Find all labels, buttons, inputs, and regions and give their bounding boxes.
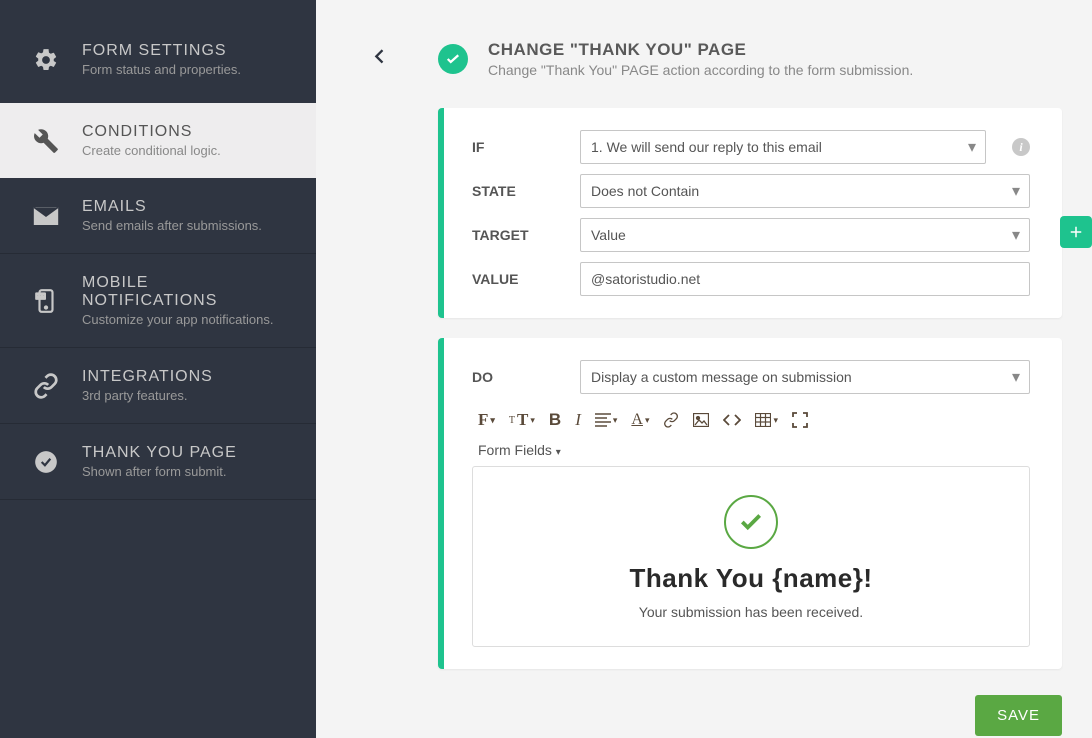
state-label: STATE	[472, 183, 560, 199]
gear-icon	[30, 47, 62, 73]
sidebar-item-subtitle: Create conditional logic.	[82, 143, 221, 158]
page-subtitle: Change "Thank You" PAGE action according…	[488, 62, 913, 78]
form-fields-dropdown[interactable]: Form Fields ▾	[472, 442, 1030, 458]
thank-you-title: Thank You {name}!	[493, 563, 1009, 594]
save-button[interactable]: SAVE	[975, 695, 1062, 736]
add-condition-button[interactable]	[1060, 216, 1092, 248]
sidebar-item-title: EMAILS	[82, 198, 262, 216]
code-button[interactable]	[723, 413, 741, 427]
italic-button[interactable]: I	[575, 410, 581, 430]
page-title: CHANGE "THANK YOU" PAGE	[488, 40, 913, 60]
sidebar-item-conditions[interactable]: CONDITIONS Create conditional logic.	[0, 103, 316, 178]
target-select[interactable]: Value	[580, 218, 1030, 252]
page-header: CHANGE "THANK YOU" PAGE Change "Thank Yo…	[370, 40, 1062, 78]
condition-panel: IF 1. We will send our reply to this ema…	[438, 108, 1062, 318]
main-content: CHANGE "THANK YOU" PAGE Change "Thank Yo…	[316, 0, 1092, 738]
sidebar-item-integrations[interactable]: INTEGRATIONS 3rd party features.	[0, 348, 316, 424]
link-icon	[30, 373, 62, 399]
value-label: VALUE	[472, 271, 560, 287]
if-label: IF	[472, 139, 560, 155]
sidebar-item-subtitle: Customize your app notifications.	[82, 312, 286, 327]
check-circle-icon	[438, 44, 468, 74]
sidebar-item-title: CONDITIONS	[82, 123, 221, 141]
text-color-button[interactable]: A▾	[631, 411, 649, 429]
if-select[interactable]: 1. We will send our reply to this email	[580, 130, 986, 164]
sidebar-item-title: FORM SETTINGS	[82, 42, 241, 60]
align-button[interactable]: ▾	[595, 413, 618, 427]
insert-link-button[interactable]	[663, 412, 679, 428]
message-editor[interactable]: Thank You {name}! Your submission has be…	[472, 466, 1030, 647]
value-input[interactable]	[580, 262, 1030, 296]
sidebar: FORM SETTINGS Form status and properties…	[0, 0, 316, 738]
font-family-button[interactable]: F▾	[478, 410, 495, 430]
check-circle-icon	[724, 495, 778, 549]
info-icon[interactable]: i	[1012, 138, 1030, 156]
editor-toolbar: F▾ TT▾ B I ▾ A▾	[472, 406, 1030, 434]
fullscreen-button[interactable]	[792, 412, 808, 428]
sidebar-item-form-settings[interactable]: FORM SETTINGS Form status and properties…	[0, 0, 316, 103]
do-label: DO	[472, 369, 560, 385]
state-select[interactable]: Does not Contain	[580, 174, 1030, 208]
sidebar-item-mobile-notifications[interactable]: MOBILE NOTIFICATIONS Customize your app …	[0, 254, 316, 348]
tools-icon	[30, 128, 62, 154]
sidebar-item-thank-you-page[interactable]: THANK YOU PAGE Shown after form submit.	[0, 424, 316, 500]
insert-image-button[interactable]	[693, 413, 709, 427]
thank-you-subtitle: Your submission has been received.	[493, 604, 1009, 620]
font-size-button[interactable]: TT▾	[509, 410, 535, 430]
bold-button[interactable]: B	[549, 410, 561, 430]
mobile-icon	[30, 288, 62, 314]
sidebar-item-subtitle: 3rd party features.	[82, 388, 213, 403]
sidebar-item-emails[interactable]: EMAILS Send emails after submissions.	[0, 178, 316, 254]
sidebar-item-title: INTEGRATIONS	[82, 368, 213, 386]
envelope-icon	[30, 206, 62, 226]
do-panel: DO Display a custom message on submissio…	[438, 338, 1062, 669]
sidebar-item-subtitle: Shown after form submit.	[82, 464, 237, 479]
target-label: TARGET	[472, 227, 560, 243]
sidebar-item-subtitle: Send emails after submissions.	[82, 218, 262, 233]
sidebar-item-subtitle: Form status and properties.	[82, 62, 241, 77]
sidebar-item-title: MOBILE NOTIFICATIONS	[82, 274, 286, 310]
table-button[interactable]: ▾	[755, 413, 778, 427]
back-button[interactable]	[370, 43, 390, 76]
check-circle-icon	[30, 449, 62, 475]
do-select[interactable]: Display a custom message on submission	[580, 360, 1030, 394]
sidebar-item-title: THANK YOU PAGE	[82, 444, 237, 462]
